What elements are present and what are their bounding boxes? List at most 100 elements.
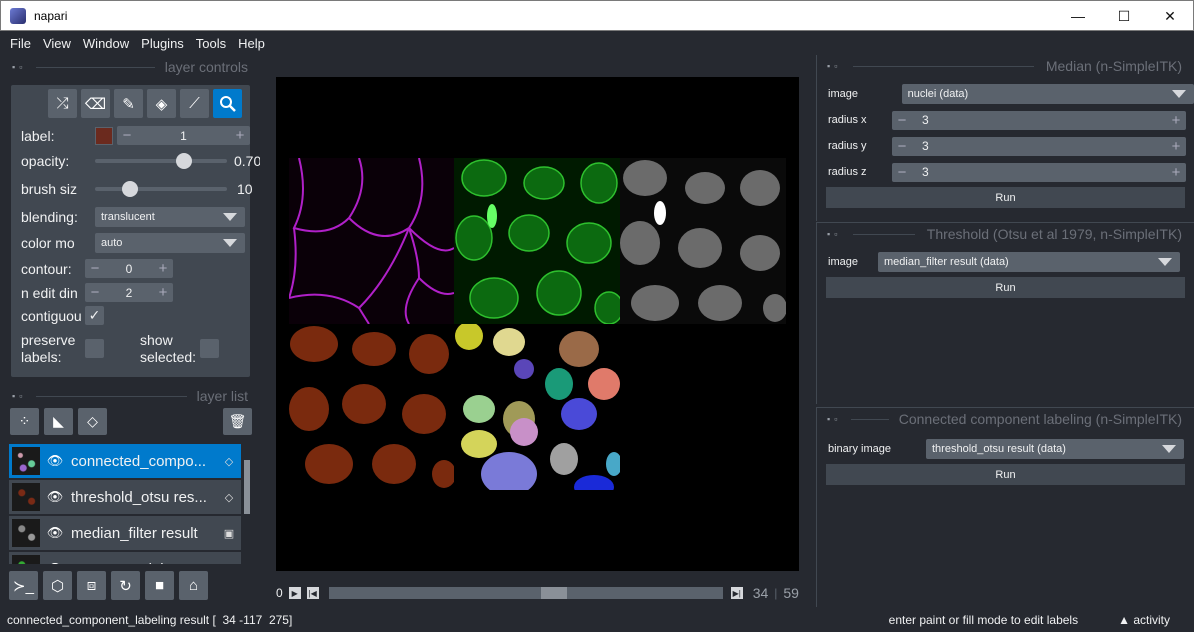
layer-item-connected-components[interactable]: 👁 connected_compo... ◇: [9, 444, 241, 478]
increment-icon[interactable]: +: [1166, 164, 1186, 181]
threshold-run-button[interactable]: Run: [826, 277, 1185, 298]
dims-slider[interactable]: [328, 587, 723, 599]
brush-size-slider[interactable]: [95, 181, 227, 197]
radius-y-spinbox[interactable]: − 3 +: [892, 136, 1186, 156]
preserve-labels-row: preserve labels: show selected:: [21, 332, 220, 366]
label-spinbox[interactable]: − 1 +: [117, 126, 250, 145]
visibility-eye-icon[interactable]: 👁: [43, 489, 67, 505]
dims-slider-handle[interactable]: [540, 587, 567, 599]
label-color-swatch: [95, 126, 113, 145]
toggle-ndisplay-icon[interactable]: ⬡: [43, 571, 72, 600]
ccl-widget: ▪▫ Connected component labeling (n-Simpl…: [816, 407, 1194, 607]
opacity-slider[interactable]: [95, 153, 227, 169]
layer-name[interactable]: median_filter result: [67, 525, 217, 542]
maximize-button[interactable]: ☐: [1101, 1, 1147, 31]
visibility-eye-icon[interactable]: 👁: [43, 525, 67, 541]
minimize-button[interactable]: —: [1055, 1, 1101, 31]
dock-float-icon[interactable]: ▪▫: [827, 414, 841, 424]
scrollbar-handle[interactable]: [244, 460, 250, 514]
increment-icon[interactable]: +: [1166, 112, 1186, 129]
membranes-tile: [289, 158, 454, 324]
threshold-image-dropdown[interactable]: median_filter result (data): [878, 252, 1180, 272]
roll-dims-icon[interactable]: ⧈: [77, 571, 106, 600]
menu-file[interactable]: File: [4, 36, 37, 51]
median-widget-title: Median (n-SimpleITK): [1045, 58, 1182, 74]
dock-float-icon[interactable]: ▪▫: [12, 62, 26, 72]
show-selected-label-2: selected:: [140, 349, 197, 365]
home-icon[interactable]: ⌂: [179, 571, 208, 600]
layer-name[interactable]: nuclei: [67, 561, 217, 565]
layer-list-scrollbar[interactable]: [243, 446, 251, 564]
visibility-eye-icon[interactable]: 👁: [43, 561, 67, 564]
new-points-layer-icon[interactable]: ⁘: [10, 408, 39, 435]
radius-x-value: 3: [922, 113, 929, 127]
decrement-icon[interactable]: −: [85, 260, 105, 277]
transpose-dims-icon[interactable]: ↻: [111, 571, 140, 600]
new-shapes-layer-icon[interactable]: ◣: [44, 408, 73, 435]
menu-window[interactable]: Window: [77, 36, 135, 51]
new-labels-layer-icon[interactable]: ◇: [78, 408, 107, 435]
layer-name[interactable]: threshold_otsu res...: [67, 489, 217, 506]
blending-row: blending: translucent: [21, 207, 245, 227]
median-run-button[interactable]: Run: [826, 187, 1185, 208]
radius-x-spinbox[interactable]: − 3 +: [892, 110, 1186, 130]
image-icon: ▣: [223, 527, 235, 540]
caret-up-icon: ▲: [1118, 613, 1134, 627]
decrement-icon[interactable]: −: [892, 138, 912, 155]
menu-plugins[interactable]: Plugins: [135, 36, 190, 51]
grid-mode-icon[interactable]: ■: [145, 571, 174, 600]
brush-size-slider-handle[interactable]: [121, 181, 138, 197]
radius-z-spinbox[interactable]: − 3 +: [892, 162, 1186, 182]
blending-label: blending:: [21, 209, 78, 225]
fill-bucket-icon[interactable]: ◈: [147, 89, 176, 118]
menu-help[interactable]: Help: [232, 36, 271, 51]
dock-float-icon[interactable]: ▪▫: [12, 391, 26, 401]
n-edit-dim-spinbox[interactable]: − 2 +: [85, 283, 173, 302]
decrement-icon[interactable]: −: [892, 164, 912, 181]
play-icon[interactable]: ▶: [288, 587, 301, 599]
ccl-image-dropdown[interactable]: threshold_otsu result (data): [926, 439, 1184, 459]
label-label: label:: [21, 127, 55, 144]
blending-dropdown[interactable]: translucent: [95, 207, 245, 227]
increment-icon[interactable]: +: [153, 260, 173, 277]
ccl-run-button[interactable]: Run: [826, 464, 1185, 485]
paint-brush-icon[interactable]: ✎: [114, 89, 143, 118]
increment-icon[interactable]: +: [1166, 138, 1186, 155]
contiguous-checkbox[interactable]: ✓: [85, 306, 104, 325]
menu-tools[interactable]: Tools: [190, 36, 232, 51]
delete-layer-icon[interactable]: 🗑: [223, 408, 252, 435]
preserve-labels-checkbox[interactable]: [85, 339, 104, 358]
contour-spinbox[interactable]: − 0 +: [85, 259, 173, 278]
opacity-slider-handle[interactable]: [176, 153, 193, 169]
layer-item-nuclei[interactable]: 👁 nuclei ▣: [9, 552, 241, 564]
dock-float-icon[interactable]: ▪▫: [827, 61, 841, 71]
show-selected-checkbox[interactable]: [200, 339, 220, 358]
close-button[interactable]: ✕: [1147, 1, 1193, 31]
decrement-icon[interactable]: −: [117, 127, 137, 144]
decrement-icon[interactable]: −: [892, 112, 912, 129]
activity-button[interactable]: ▲ activity: [1118, 613, 1170, 627]
pan-zoom-icon[interactable]: [213, 89, 242, 118]
chevron-down-icon: [1162, 445, 1176, 453]
dock-float-icon[interactable]: ▪▫: [827, 229, 841, 239]
step-forward-icon[interactable]: ▶|: [730, 587, 743, 599]
layer-name[interactable]: connected_compo...: [67, 453, 217, 470]
shuffle-colors-icon[interactable]: ⤮: [48, 89, 77, 118]
layer-thumbnail: [12, 555, 40, 564]
median-image-dropdown[interactable]: nuclei (data): [901, 84, 1194, 104]
layer-item-median-filter[interactable]: 👁 median_filter result ▣: [9, 516, 241, 550]
layer-item-threshold-otsu[interactable]: 👁 threshold_otsu res... ◇: [9, 480, 241, 514]
opacity-value: 0.70: [234, 153, 260, 169]
menu-view[interactable]: View: [37, 36, 77, 51]
color-picker-icon[interactable]: ⟋: [180, 89, 209, 118]
decrement-icon[interactable]: −: [85, 284, 105, 301]
increment-icon[interactable]: +: [230, 127, 250, 144]
viewer-canvas[interactable]: [276, 77, 799, 571]
eraser-icon[interactable]: ⌫: [81, 89, 110, 118]
step-back-icon[interactable]: |◀: [306, 587, 319, 599]
visibility-eye-icon[interactable]: 👁: [43, 453, 67, 469]
console-icon[interactable]: ≻_: [9, 571, 38, 600]
dims-current-value[interactable]: 34: [753, 585, 769, 601]
increment-icon[interactable]: +: [153, 284, 173, 301]
color-mode-dropdown[interactable]: auto: [95, 233, 245, 253]
